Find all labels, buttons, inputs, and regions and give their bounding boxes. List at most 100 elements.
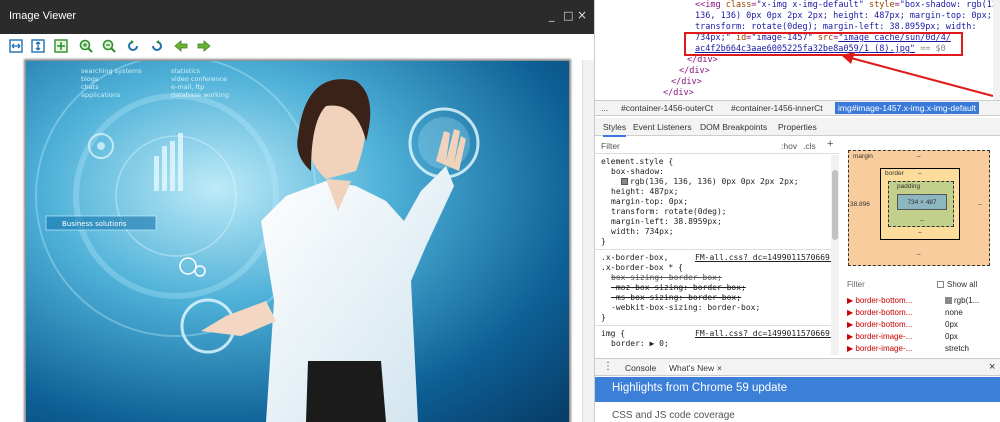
tab-styles[interactable]: Styles [603,122,627,137]
viewer-title: Image Viewer [9,10,77,22]
photo-menu-video: video conference [171,75,227,83]
styles-filter: Filter :hov .cls + [595,138,839,154]
prop-height[interactable]: height: 487px; [611,187,678,197]
prop-transform[interactable]: transform: rotate(0deg); [611,207,727,217]
dom-close-div[interactable]: </div> [663,88,694,100]
devtools-panel: <<img class="x-img x-img-default" style=… [594,0,1000,422]
border-label: border [885,170,904,177]
tab-event-listeners[interactable]: Event Listeners [633,122,692,132]
viewer-toolbar [0,34,594,60]
tab-dom-breakpoints[interactable]: DOM Breakpoints [700,122,767,132]
tab-properties[interactable]: Properties [778,122,817,132]
add-rule-button[interactable]: + [827,138,833,150]
fit-height-icon[interactable] [31,39,45,53]
hov-toggle[interactable]: :hov [781,141,797,151]
prop-box-shadow[interactable]: box-shadow: [611,167,664,177]
maximize-button[interactable]: □ [563,9,573,22]
breadcrumb-selected[interactable]: img#image-1457.x-img.x-img-default [835,102,979,114]
margin-right-value: – [978,201,982,208]
photo-menu-searching: searching systems [81,67,142,75]
photo-menu-statistics: statistics [171,67,201,75]
breadcrumb-outer[interactable]: #container-1456-outerCt [621,103,713,113]
tab-console[interactable]: Console [625,363,656,373]
rule2-selector-b: .x-border-box * { [601,263,683,272]
drawer-menu-icon[interactable]: ⋮ [603,361,613,372]
dom-tree: <<img class="x-img x-img-default" style=… [595,0,1000,100]
prop-box-sizing[interactable]: box-sizing: border-box; [611,273,722,283]
computed-value: 0px [945,320,958,329]
styles-pane: element.style { box-shadow: rgb(136, 136… [595,155,839,355]
dom-close-div[interactable]: </div> [687,55,718,67]
close-tab-icon[interactable]: × [717,363,722,373]
prop-webkit-box-sizing[interactable]: -webkit-box-sizing: border-box; [611,303,760,313]
arrow-left-icon[interactable] [174,39,188,53]
prop-ms-box-sizing[interactable]: -ms-box-sizing: border-box; [611,293,741,303]
computed-prop[interactable]: ▶ border-bottom... [847,320,912,329]
fit-page-icon[interactable] [54,39,68,53]
rotate-left-icon[interactable] [126,39,140,53]
computed-prop[interactable]: ▶ border-bottom... [847,296,912,305]
prop-moz-box-sizing[interactable]: -moz-box-sizing: border-box; [611,283,746,293]
checkbox-icon[interactable] [937,281,944,289]
computed-prop[interactable]: ▶ border-image-... [847,332,912,341]
computed-prop[interactable]: ▶ border-bottom... [847,308,912,317]
rule2-selector-a: .x-border-box, [601,253,669,262]
prop-margin-top[interactable]: margin-top: 0px; [611,197,688,207]
close-button[interactable]: × [577,8,587,22]
viewer-scrollbar[interactable] [582,60,594,422]
photo-menu-database: database working [171,91,229,99]
rule-close: } [601,237,606,246]
computed-value: 0px [945,332,958,341]
highlight-arrow [841,52,994,97]
styles-scroll-thumb[interactable] [832,170,838,240]
viewer-title-bar[interactable]: Image Viewer _ □ × [0,0,594,34]
computed-prop[interactable]: ▶ border-image-... [847,344,912,353]
rule2-source-link[interactable]: FM-all.css?_dc=1499011570669:1 [695,253,839,263]
show-all-checkbox[interactable]: Show all [937,280,977,289]
box-model-border[interactable]: border – – padding – 734 × 487 [880,168,960,240]
prop-border[interactable]: border: ▶ 0; [611,339,669,349]
whats-new-item[interactable]: CSS and JS code coverage [612,410,735,421]
displayed-photo: searching systems blogs chats applicatio… [26,61,569,422]
whats-new-list: CSS and JS code coverage [595,402,1000,422]
whats-new-banner: Highlights from Chrome 59 update [595,377,1000,402]
prop-box-shadow-value[interactable]: rgb(136, 136, 136) 0px 0px 2px 2px; [621,177,799,187]
rule-close: } [601,313,606,322]
rule-divider [595,249,831,250]
margin-left-value: 38.896 [850,201,870,208]
rule-divider [595,325,831,326]
dom-scrollbar[interactable] [993,0,1000,100]
dom-close-div[interactable]: </div> [671,77,702,89]
arrow-right-icon[interactable] [197,39,211,53]
padding-label: padding [897,183,921,190]
rotate-right-icon[interactable] [150,39,164,53]
cls-toggle[interactable]: .cls [803,141,816,151]
rule3-selector: img { [601,329,626,338]
image-stage: searching systems blogs chats applicatio… [0,60,594,422]
zoom-in-icon[interactable] [79,39,93,53]
business-woman-photo: searching systems blogs chats applicatio… [26,61,569,422]
screen: Image Viewer _ □ × searching systems blo… [0,0,1000,422]
prop-width[interactable]: width: 734px; [611,227,674,237]
breadcrumb-inner[interactable]: #container-1456-innerCt [731,103,823,113]
styles-filter-input[interactable]: Filter [601,141,620,151]
prop-margin-left[interactable]: margin-left: 38.8959px; [611,217,722,227]
photo-menu-blogs: blogs [81,75,99,83]
breadcrumb-ellipsis[interactable]: ... [601,103,608,113]
computed-filter-input[interactable]: Filter [847,280,865,289]
rule3-source-link[interactable]: FM-all.css?_dc=1499011570669:1 [695,329,839,339]
minimize-button[interactable]: _ [549,9,555,22]
dom-line-img[interactable]: <<img class="x-img x-img-default" style=… [695,0,1000,12]
margin-top-value: – [917,153,921,160]
zoom-out-icon[interactable] [102,39,116,53]
fit-width-icon[interactable] [9,39,23,53]
box-model-padding[interactable]: padding – 734 × 487 [888,181,954,227]
tab-whats-new[interactable]: What's New [667,363,717,373]
color-swatch-icon[interactable] [621,178,628,185]
box-model-content[interactable]: 734 × 487 [897,194,947,210]
close-drawer-icon[interactable]: × [989,361,995,373]
color-swatch-icon [945,297,952,305]
box-model-margin[interactable]: margin – 38.896 – – border – – padding –… [848,150,990,266]
border-top-value: – [918,170,922,177]
dom-close-div[interactable]: </div> [679,66,710,78]
